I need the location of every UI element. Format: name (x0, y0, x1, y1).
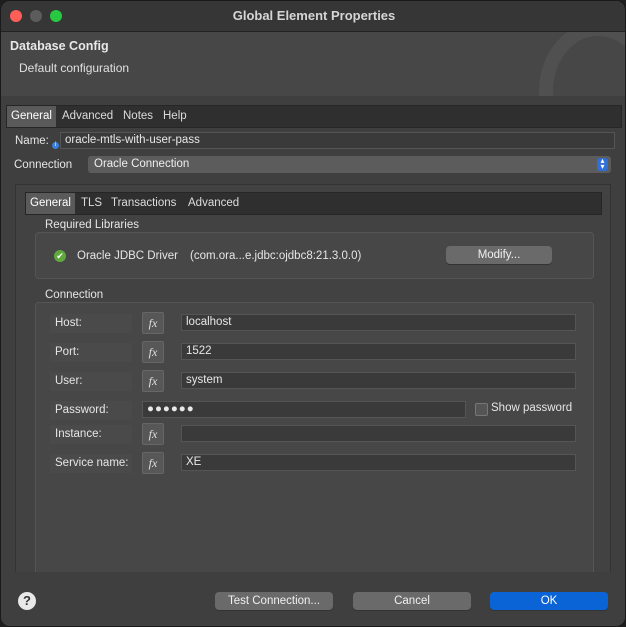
inner-tab-bar: General TLS Transactions Advanced (25, 192, 602, 215)
host-label: Host: (50, 314, 132, 333)
required-libraries-title: Required Libraries (45, 219, 139, 231)
ok-button[interactable]: OK (490, 592, 608, 610)
tab-help[interactable]: Help (163, 106, 187, 127)
tab-notes[interactable]: Notes (123, 106, 153, 127)
driver-coordinates: (com.ora...e.jdbc:ojdbc8:21.3.0.0) (190, 250, 362, 262)
port-field[interactable]: 1522 (181, 343, 576, 360)
driver-name: Oracle JDBC Driver (77, 250, 178, 262)
host-field[interactable]: localhost (181, 314, 576, 331)
instance-fx-button[interactable]: fx (142, 423, 164, 445)
user-label: User: (50, 372, 132, 391)
required-libraries-group: ✔ Oracle JDBC Driver (com.ora...e.jdbc:o… (35, 232, 594, 279)
show-password-label[interactable]: Show password (491, 402, 572, 414)
help-icon[interactable]: ? (18, 592, 36, 610)
service-name-label: Service name: (50, 454, 132, 473)
connection-select[interactable]: Oracle Connection ▴ ▾ (88, 156, 611, 173)
tab-inner-advanced[interactable]: Advanced (188, 193, 239, 214)
header-decoration (539, 32, 625, 96)
dialog-title: Database Config (10, 39, 109, 53)
connection-select-value: Oracle Connection (94, 158, 190, 170)
tab-transactions[interactable]: Transactions (111, 193, 176, 214)
tab-advanced[interactable]: Advanced (62, 106, 113, 127)
dialog-subtitle: Default configuration (19, 61, 130, 75)
dialog-footer: ? Test Connection... Cancel OK (1, 572, 625, 626)
title-bar: Global Element Properties (1, 1, 625, 32)
test-connection-button[interactable]: Test Connection... (215, 592, 333, 610)
service-name-fx-button[interactable]: fx (142, 452, 164, 474)
instance-label: Instance: (50, 425, 132, 444)
info-icon: i (52, 142, 59, 149)
inner-panel: General TLS Transactions Advanced Requir… (15, 184, 611, 579)
service-name-field[interactable]: XE (181, 454, 576, 471)
show-password-checkbox[interactable] (475, 403, 488, 416)
password-label: Password: (50, 401, 132, 420)
tab-tls[interactable]: TLS (81, 193, 102, 214)
select-arrows-icon: ▴ ▾ (597, 157, 608, 171)
instance-field[interactable] (181, 425, 576, 442)
outer-tab-bar: General Advanced Notes Help (6, 105, 622, 128)
password-field[interactable]: ●●●●●● (142, 401, 466, 418)
name-field[interactable]: oracle-mtls-with-user-pass (60, 132, 615, 149)
connection-label: Connection (14, 159, 73, 171)
cancel-button[interactable]: Cancel (353, 592, 471, 610)
name-label: Name: (15, 135, 49, 147)
window-title: Global Element Properties (232, 8, 396, 23)
tab-general[interactable]: General (7, 106, 56, 127)
host-fx-button[interactable]: fx (142, 312, 164, 334)
check-icon: ✔ (54, 250, 66, 262)
connection-group-title: Connection (45, 289, 104, 301)
dialog-window: Global Element Properties Database Confi… (0, 0, 626, 627)
port-label: Port: (50, 343, 132, 362)
tab-inner-general[interactable]: General (26, 193, 75, 214)
dialog-header: Database Config Default configuration (1, 32, 625, 96)
modify-button[interactable]: Modify... (446, 246, 552, 264)
port-fx-button[interactable]: fx (142, 341, 164, 363)
user-field[interactable]: system (181, 372, 576, 389)
connection-group: Host: fx localhost Port: fx 1522 User: f… (35, 302, 594, 579)
user-fx-button[interactable]: fx (142, 370, 164, 392)
